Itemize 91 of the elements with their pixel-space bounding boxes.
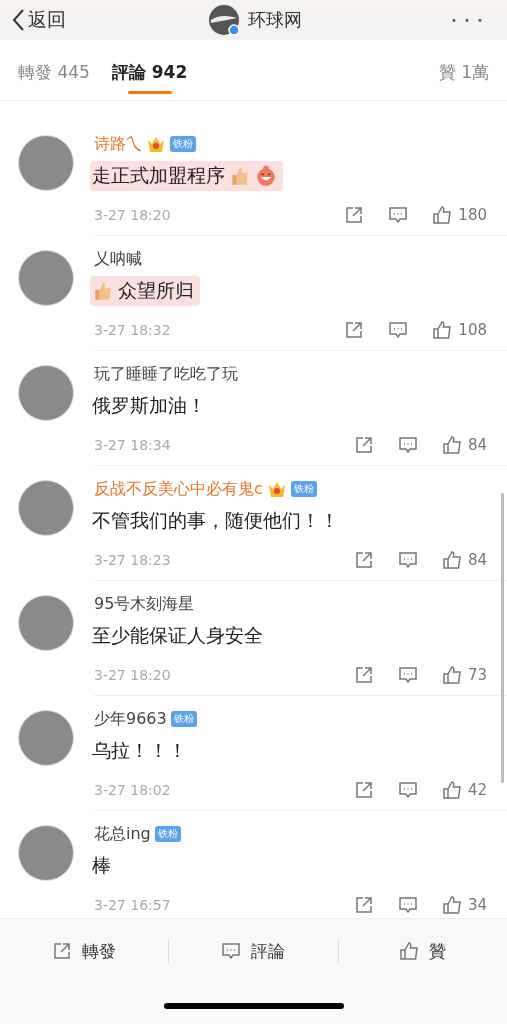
- comment-text: 众望所归: [90, 276, 200, 306]
- crown-icon: [266, 480, 287, 498]
- thumbs-up-icon: [399, 941, 420, 961]
- share-icon: [353, 550, 374, 570]
- thumbs-up-emoji-icon: [229, 165, 251, 187]
- fan-badge: 铁粉: [170, 136, 196, 152]
- tab[interactable]: 轉發 445: [18, 46, 90, 94]
- comment-text: 棒: [91, 853, 112, 878]
- user-avatar[interactable]: [18, 825, 74, 881]
- fan-badge: 铁粉: [290, 481, 317, 497]
- thumbs-up-icon: [441, 895, 462, 915]
- thumbs-up-icon: [441, 780, 462, 800]
- tab[interactable]: 評論 942: [111, 46, 188, 94]
- comment-text: 俄罗斯加油！: [91, 393, 207, 418]
- user-avatar[interactable]: [18, 710, 74, 766]
- reply-button[interactable]: [388, 320, 409, 340]
- more-button[interactable]: • • •: [444, 13, 491, 27]
- like-button[interactable]: 180: [432, 205, 487, 225]
- thumbs-up-icon: [432, 205, 453, 225]
- like-button[interactable]: 34: [441, 895, 487, 915]
- comment-time: 3-27 18:02: [94, 782, 172, 798]
- share-icon: [353, 780, 374, 800]
- comment-icon: [397, 665, 418, 685]
- user-avatar[interactable]: [18, 135, 74, 191]
- like-button[interactable]: 73: [441, 665, 487, 685]
- action-button[interactable]: 評論: [169, 938, 338, 964]
- action-button[interactable]: 贊: [338, 938, 507, 964]
- comment-text: 乌拉！！！: [91, 738, 188, 763]
- reply-button[interactable]: [397, 665, 418, 685]
- back-button[interactable]: 返回: [12, 7, 66, 33]
- comment-icon: [397, 780, 418, 800]
- thumbs-up-icon: [441, 665, 462, 685]
- action-button[interactable]: 轉發: [0, 938, 169, 964]
- reply-button[interactable]: [397, 435, 418, 455]
- comment-icon: [388, 320, 409, 340]
- thumbs-up-icon: [432, 320, 453, 340]
- comment-icon: [221, 941, 242, 961]
- username[interactable]: 花总ing: [94, 823, 151, 845]
- comment-text: 至少能保证人身安全: [91, 623, 264, 648]
- like-button[interactable]: 108: [432, 320, 487, 340]
- share-icon: [353, 665, 374, 685]
- username[interactable]: 95号木刻海星: [94, 593, 195, 615]
- chevron-left-icon: [12, 9, 24, 31]
- repost-button[interactable]: [353, 780, 374, 800]
- user-avatar[interactable]: [18, 250, 74, 306]
- thumbs-up-icon: [441, 435, 462, 455]
- user-avatar[interactable]: [18, 595, 74, 651]
- account-name: 环球网: [248, 8, 303, 32]
- repost-button[interactable]: [353, 550, 374, 570]
- account-avatar-icon: [208, 4, 241, 36]
- reply-button[interactable]: [397, 895, 418, 915]
- share-icon: [344, 320, 365, 340]
- grinning-face-emoji-icon: [255, 165, 277, 187]
- thumbs-up-icon: [441, 550, 462, 570]
- like-button[interactable]: 84: [441, 435, 487, 455]
- crown-icon: [146, 135, 166, 153]
- repost-button[interactable]: [353, 895, 374, 915]
- like-button[interactable]: 42: [441, 780, 487, 800]
- fan-badge: 铁粉: [154, 826, 181, 842]
- reply-button[interactable]: [388, 205, 409, 225]
- comment-icon: [388, 205, 409, 225]
- comment-text: 不管我们的事，随便他们！！: [91, 508, 340, 533]
- repost-button[interactable]: [353, 665, 374, 685]
- comment-time: 3-27 18:20: [94, 667, 172, 683]
- username[interactable]: 玩了睡睡了吃吃了玩: [94, 363, 238, 385]
- thumbs-up-emoji-icon: [92, 280, 114, 302]
- reply-button[interactable]: [397, 780, 418, 800]
- repost-button[interactable]: [353, 435, 374, 455]
- comment-icon: [397, 895, 418, 915]
- share-icon: [353, 435, 374, 455]
- like-button[interactable]: 84: [441, 550, 487, 570]
- comment-icon: [397, 435, 418, 455]
- share-icon: [353, 895, 374, 915]
- fan-badge: 铁粉: [170, 711, 197, 727]
- share-icon: [52, 941, 73, 961]
- username[interactable]: 乂呐喊: [94, 248, 142, 270]
- user-avatar[interactable]: [18, 365, 74, 421]
- repost-button[interactable]: [344, 205, 365, 225]
- comment-text: 走正式加盟程序: [90, 161, 283, 191]
- comment-icon: [397, 550, 418, 570]
- reply-button[interactable]: [397, 550, 418, 570]
- repost-button[interactable]: [344, 320, 365, 340]
- tab[interactable]: 贊 1萬: [438, 46, 489, 94]
- comment-time: 3-27 18:23: [94, 552, 172, 568]
- share-icon: [344, 205, 365, 225]
- comment-time: 3-27 18:32: [94, 322, 172, 338]
- user-avatar[interactable]: [18, 480, 74, 536]
- comment-time: 3-27 16:57: [94, 897, 172, 913]
- comment-time: 3-27 18:34: [94, 437, 172, 453]
- username[interactable]: 少年9663: [94, 708, 167, 730]
- comment-time: 3-27 18:20: [94, 207, 172, 223]
